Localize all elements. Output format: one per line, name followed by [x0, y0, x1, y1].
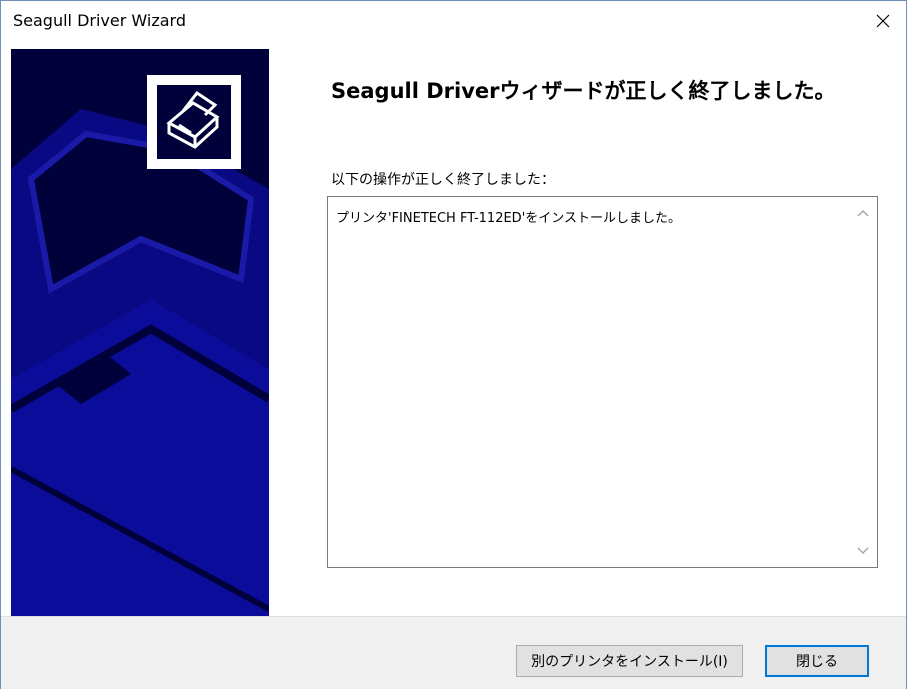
completion-heading: Seagull Driverウィザードが正しく終了しました。 [331, 79, 836, 103]
chevron-up-icon [857, 210, 869, 217]
close-window-button[interactable] [860, 1, 906, 41]
log-line: プリンタ'FINETECH FT-112ED'をインストールしました。 [336, 211, 682, 226]
printer-icon [147, 75, 241, 169]
operations-log-textbox[interactable]: プリンタ'FINETECH FT-112ED'をインストールしました。 [327, 196, 878, 568]
scroll-up-button[interactable] [849, 199, 877, 227]
operations-label: 以下の操作が正しく終了しました： [331, 172, 555, 188]
chevron-down-icon [857, 547, 869, 554]
wizard-footer: 別のプリンタをインストール(I) 閉じる [1, 616, 906, 689]
scroll-down-button[interactable] [849, 537, 877, 565]
window-title: Seagull Driver Wizard [13, 11, 186, 30]
log-scrollbar[interactable] [849, 197, 877, 567]
install-another-printer-button[interactable]: 別のプリンタをインストール(I) [516, 645, 743, 677]
close-button[interactable]: 閉じる [765, 645, 869, 677]
title-bar: Seagull Driver Wizard [1, 1, 906, 41]
close-icon [876, 14, 890, 28]
wizard-banner-image [11, 49, 269, 616]
wizard-window: Seagull Driver Wizard Seagull Driverウィザー… [0, 0, 907, 689]
